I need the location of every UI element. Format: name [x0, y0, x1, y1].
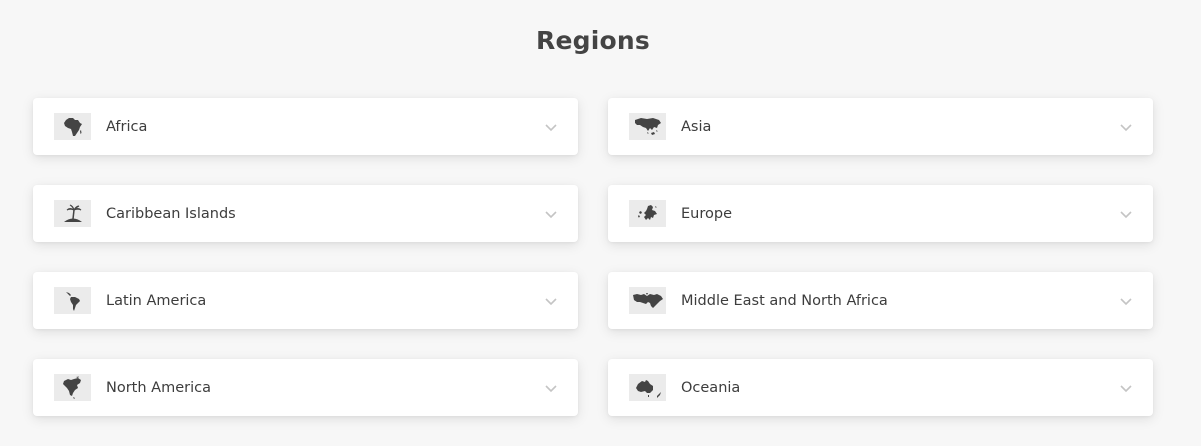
- region-card-caribbean-islands[interactable]: Caribbean Islands: [33, 185, 578, 242]
- region-label: Africa: [106, 118, 148, 135]
- page-title: Regions: [536, 26, 650, 55]
- region-label: North America: [106, 379, 211, 396]
- chevron-down-icon[interactable]: [544, 383, 558, 393]
- chevron-down-icon[interactable]: [1119, 296, 1133, 306]
- chevron-down-icon[interactable]: [544, 122, 558, 132]
- region-label: Latin America: [106, 292, 207, 309]
- asia-map-icon: [629, 113, 666, 140]
- region-card-latin-america[interactable]: Latin America: [33, 272, 578, 329]
- region-card-asia[interactable]: Asia: [608, 98, 1153, 155]
- palm-island-icon: [54, 200, 91, 227]
- chevron-down-icon[interactable]: [1119, 209, 1133, 219]
- region-card-oceania[interactable]: Oceania: [608, 359, 1153, 416]
- north-america-map-icon: [54, 374, 91, 401]
- chevron-down-icon[interactable]: [544, 296, 558, 306]
- regions-grid: Africa Asia Caribbean Islands Europe Lat…: [33, 98, 1153, 416]
- region-card-north-america[interactable]: North America: [33, 359, 578, 416]
- region-label: Europe: [681, 205, 732, 222]
- region-label: Oceania: [681, 379, 741, 396]
- chevron-down-icon[interactable]: [1119, 383, 1133, 393]
- latin-america-map-icon: [54, 287, 91, 314]
- region-card-europe[interactable]: Europe: [608, 185, 1153, 242]
- region-card-africa[interactable]: Africa: [33, 98, 578, 155]
- chevron-down-icon[interactable]: [1119, 122, 1133, 132]
- oceania-map-icon: [629, 374, 666, 401]
- region-label: Caribbean Islands: [106, 205, 236, 222]
- africa-map-icon: [54, 113, 91, 140]
- europe-map-icon: [629, 200, 666, 227]
- chevron-down-icon[interactable]: [544, 209, 558, 219]
- region-card-middle-east-north-africa[interactable]: Middle East and North Africa: [608, 272, 1153, 329]
- mena-map-icon: [629, 287, 666, 314]
- region-label: Asia: [681, 118, 712, 135]
- region-label: Middle East and North Africa: [681, 292, 888, 309]
